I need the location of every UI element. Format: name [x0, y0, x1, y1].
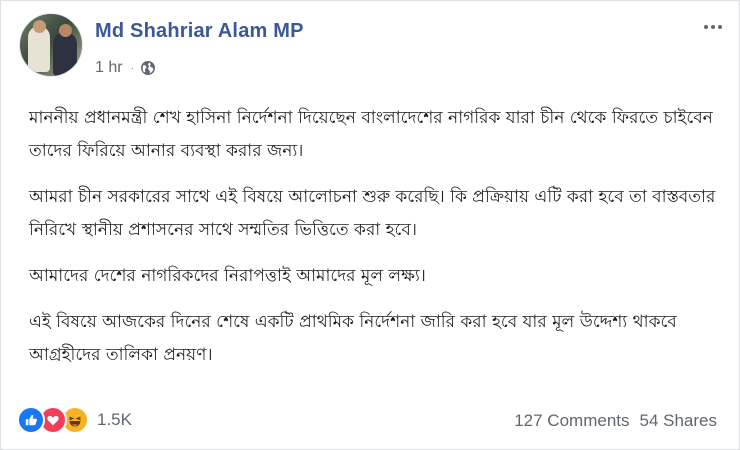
post-timestamp[interactable]: 1 hr [95, 59, 123, 77]
more-options-icon[interactable] [699, 15, 727, 39]
globe-icon[interactable] [140, 60, 156, 76]
author-avatar[interactable] [19, 13, 83, 77]
post-meta: 1 hr · [95, 59, 156, 77]
more-dot [718, 25, 722, 29]
post-paragraph-2: আমরা চীন সরকারের সাথে এই বিষয়ে আলোচনা শ… [29, 187, 716, 240]
avatar-head-right [59, 24, 72, 37]
post-body: মাননীয় প্রধানমন্ত্রী শেখ হাসিনা নির্দেশ… [29, 102, 729, 385]
author-name[interactable]: Md Shahriar Alam MP [95, 20, 304, 43]
post-paragraph-4: এই বিষয়ে আজকের দিনের শেষে একটি প্রাথমিক… [29, 312, 677, 365]
post-paragraph-1: মাননীয় প্রধানমন্ত্রী শেখ হাসিনা নির্দেশ… [29, 108, 713, 161]
engagement-stats: 127 Comments 54 Shares [514, 411, 717, 431]
facebook-post: Md Shahriar Alam MP 1 hr · মাননীয় প্রধা… [0, 0, 740, 450]
comments-link[interactable]: 127 Comments [514, 411, 629, 431]
meta-separator: · [130, 62, 134, 74]
reactions-summary[interactable]: 1.5K [17, 406, 132, 434]
avatar-head-left [33, 20, 46, 33]
reaction-count[interactable]: 1.5K [97, 410, 132, 430]
like-icon [17, 406, 45, 434]
avatar-figure-right [53, 32, 77, 76]
more-dot [704, 25, 708, 29]
more-dot [711, 25, 715, 29]
post-paragraph-3: আমাদের দেশের নাগরিকদের নিরাপত্তাই আমাদের… [29, 266, 426, 286]
shares-link[interactable]: 54 Shares [640, 411, 718, 431]
